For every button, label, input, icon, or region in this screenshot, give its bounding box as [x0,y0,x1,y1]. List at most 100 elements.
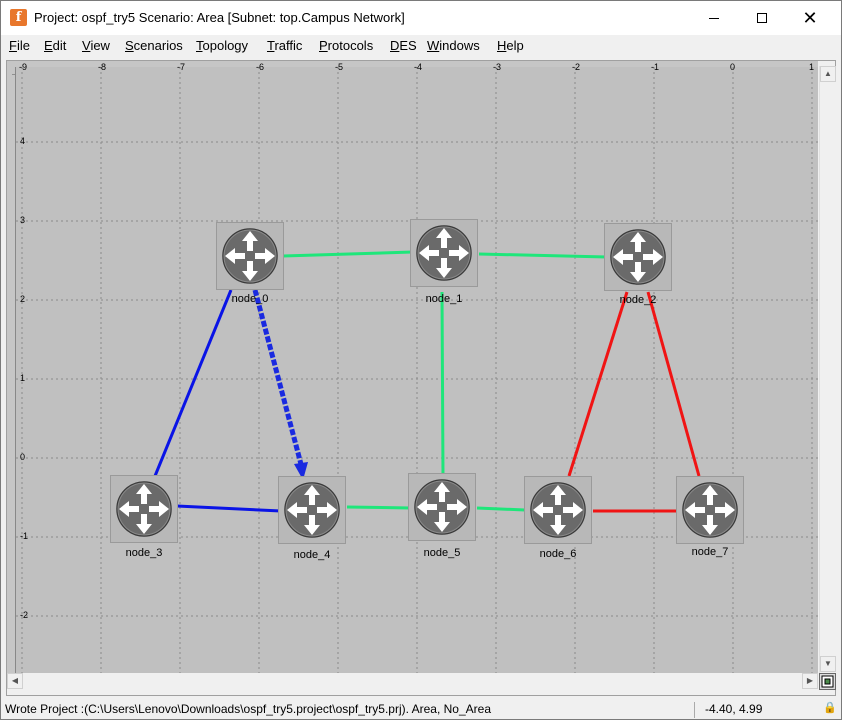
menu-scenarios-label: cenarios [133,38,183,53]
minimize-button[interactable] [691,1,737,35]
router-node[interactable] [216,222,284,290]
node-label: node_0 [231,293,269,305]
ruler-y-label: 2 [20,294,26,304]
node-label: node_7 [691,546,729,558]
menu-file[interactable]: File [9,38,30,53]
minimize-icon [709,17,719,19]
menu-file-mnemonic: F [9,38,17,53]
menu-traffic-label: raffic [274,38,303,53]
link-node0-node1[interactable] [282,250,414,258]
link-node4-node5[interactable] [346,505,412,510]
router-icon [278,476,346,544]
menu-help-mnemonic: H [497,38,507,53]
node-label: node_5 [423,547,461,559]
menu-edit-mnemonic: E [44,38,53,53]
router-node[interactable] [410,219,478,287]
menu-windows-label: indows [439,38,480,53]
scroll-down-button[interactable]: ▼ [820,656,836,672]
ruler-y-label: 0 [20,452,26,462]
router-icon [408,473,476,541]
menu-view-label: iew [90,38,110,53]
ruler-y-label: 4 [20,136,26,146]
app-icon[interactable]: f [10,9,27,26]
router-node[interactable] [676,476,744,544]
menu-protocols[interactable]: Protocols [319,38,373,53]
app-window: f Project: ospf_try5 Scenario: Area [Sub… [0,0,842,720]
router-icon [604,223,672,291]
menu-file-label: ile [16,38,30,53]
scroll-left-button[interactable]: ◀ [7,673,23,689]
ruler-x-label: 0 [730,62,736,72]
node-label: node_3 [125,547,163,559]
link-node2-node6[interactable] [567,291,629,477]
ruler-x-label: -9 [19,62,28,72]
close-button[interactable]: ✕ [787,1,833,35]
horizontal-scrollbar[interactable]: ◀ ▶ [7,673,819,690]
router-icon [216,222,284,290]
node-label: node_2 [619,294,657,306]
menu-windows[interactable]: Windows [427,38,480,53]
menu-edit-label: dit [52,38,67,53]
link-node3-node4[interactable] [176,504,282,513]
menu-help[interactable]: Help [497,38,524,53]
arrow-down-icon: ▼ [824,659,832,668]
ruler-y-label: 3 [20,215,26,225]
router-node[interactable] [524,476,592,544]
status-bar: Wrote Project :(C:\Users\Lenovo\Download… [1,699,841,719]
ruler-x-label: -5 [335,62,344,72]
network-diagram[interactable] [16,67,819,673]
cursor-coordinates: -4.40, 4.99 [705,702,763,716]
ruler-x-label: -6 [256,62,265,72]
ruler-y-label: -1 [20,531,29,541]
router-node[interactable] [604,223,672,291]
ruler-x-label: -1 [651,62,660,72]
workspace-grid[interactable] [15,67,819,673]
maximize-button[interactable] [739,1,785,35]
link-node0-node3[interactable] [153,289,233,477]
router-node[interactable] [408,473,476,541]
maximize-icon [757,13,767,23]
router-icon [410,219,478,287]
menu-topology[interactable]: Topology [196,38,248,53]
scroll-up-button[interactable]: ▲ [820,66,836,82]
node-label: node_1 [425,293,463,305]
lock-icon: 🔒 [823,702,837,714]
link-node1-node2[interactable] [478,252,608,259]
arrow-right-icon: ▶ [806,676,814,685]
link-node1-node5[interactable] [440,291,445,477]
node-label: node_6 [539,548,577,560]
ruler-x-label: 1 [809,62,815,72]
ruler-y-label: 1 [20,373,26,383]
menu-traffic[interactable]: Traffic [267,38,302,53]
menu-protocols-label: rotocols [327,38,374,53]
menu-des[interactable]: DES [390,38,417,53]
router-node[interactable] [278,476,346,544]
zoom-window-icon [821,675,834,688]
arrow-left-icon: ◀ [11,676,19,685]
arrow-up-icon: ▲ [824,69,832,78]
zoom-corner-button[interactable] [819,673,836,690]
menu-view[interactable]: View [82,38,110,53]
node-label: node_4 [293,549,331,561]
menu-edit[interactable]: Edit [44,38,66,53]
link-node2-node7[interactable] [646,291,701,477]
menu-bar: File Edit View Scenarios Topology Traffi… [1,35,841,57]
menu-protocols-mnemonic: P [319,38,328,53]
ruler-x-label: -3 [493,62,502,72]
project-canvas: -9 -8 -7 -6 -5 -4 -3 -2 -1 0 1 4 3 2 1 0 -1 -2 node_0 nod… [6,60,836,696]
router-icon [110,475,178,543]
menu-scenarios[interactable]: Scenarios [125,38,183,53]
title-bar: f Project: ospf_try5 Scenario: Area [Sub… [1,1,841,35]
menu-des-label: ES [399,38,417,53]
menu-des-mnemonic: D [390,38,400,53]
window-title: Project: ospf_try5 Scenario: Area [Subne… [34,10,405,25]
menu-help-label: elp [506,38,524,53]
vertical-scrollbar[interactable]: ▲ ▼ [819,66,836,673]
menu-scenarios-mnemonic: S [125,38,134,53]
ruler-y-label: -2 [20,610,29,620]
ruler-x-label: -8 [98,62,107,72]
router-node[interactable] [110,475,178,543]
ruler-x-label: -4 [414,62,423,72]
link-node5-node6[interactable] [476,506,526,512]
scroll-right-button[interactable]: ▶ [802,673,818,689]
